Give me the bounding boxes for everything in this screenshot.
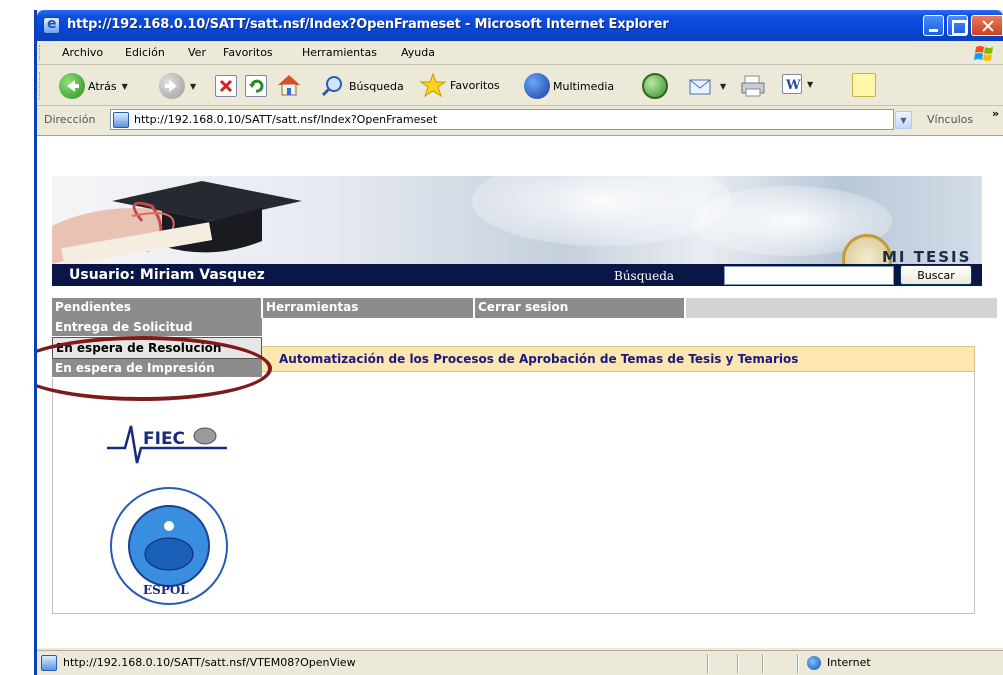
back-arrow-icon xyxy=(59,73,85,99)
messenger-button[interactable] xyxy=(852,73,876,97)
internet-globe-icon xyxy=(807,656,821,670)
stop-button[interactable] xyxy=(215,75,237,97)
maximize-button[interactable] xyxy=(947,15,968,36)
site-search-input[interactable] xyxy=(724,266,894,285)
menu-ver[interactable]: Ver xyxy=(188,46,206,59)
refresh-icon xyxy=(245,75,267,97)
word-icon: W xyxy=(782,74,802,94)
forward-button[interactable]: ▼ xyxy=(159,73,196,99)
printer-icon xyxy=(741,75,765,97)
pendientes-dropdown: Entrega de Solicitud En espera de Resolu… xyxy=(52,318,262,378)
chevron-down-icon[interactable]: ▼ xyxy=(122,82,128,91)
mi-tesis-logo-text: MI TESIS xyxy=(882,248,972,264)
home-button[interactable] xyxy=(275,72,303,98)
menu-ayuda[interactable]: Ayuda xyxy=(401,46,435,59)
security-zone-label: Internet xyxy=(827,656,871,669)
close-button[interactable] xyxy=(971,15,1003,36)
menu-favoritos[interactable]: Favoritos xyxy=(223,46,273,59)
note-icon xyxy=(852,73,876,97)
window-title: http://192.168.0.10/SATT/satt.nsf/Index?… xyxy=(67,17,669,32)
back-label: Atrás xyxy=(88,79,117,93)
history-button[interactable] xyxy=(642,73,668,99)
address-bar: Dirección http://192.168.0.10/SATT/satt.… xyxy=(37,107,1003,133)
status-text: http://192.168.0.10/SATT/satt.nsf/VTEM08… xyxy=(63,656,356,669)
history-icon xyxy=(642,73,668,99)
menu-grip[interactable] xyxy=(39,45,42,61)
user-name-label: Usuario: Miriam Vasquez xyxy=(69,267,265,283)
address-label: Dirección xyxy=(44,113,96,126)
chevron-down-icon[interactable]: ▼ xyxy=(807,80,813,89)
back-button[interactable]: Atrás ▼ xyxy=(59,73,128,99)
menu-edicion[interactable]: Edición xyxy=(125,46,165,59)
user-bar: Usuario: Miriam Vasquez Búsqueda Buscar xyxy=(52,264,982,286)
page-content: MI TESIS Usuario: Miriam Vasquez Búsqued… xyxy=(37,135,1003,648)
address-url: http://192.168.0.10/SATT/satt.nsf/Index?… xyxy=(134,113,438,126)
home-icon xyxy=(278,75,300,96)
media-button[interactable]: Multimedia xyxy=(524,73,614,99)
espol-seal-icon: ESPOL xyxy=(110,487,228,605)
media-label: Multimedia xyxy=(553,79,615,93)
edit-button[interactable]: W ▼ xyxy=(782,74,813,94)
favorites-label: Favoritos xyxy=(450,78,500,92)
star-icon xyxy=(419,72,447,98)
stop-icon xyxy=(215,75,237,97)
mail-button[interactable]: ▼ xyxy=(687,73,726,99)
minimize-button[interactable] xyxy=(923,15,944,36)
nav-tab-herramientas[interactable]: Herramientas xyxy=(263,298,475,318)
mail-icon xyxy=(689,79,711,95)
links-chevron-icon[interactable]: » xyxy=(992,107,999,120)
address-input[interactable]: http://192.168.0.10/SATT/satt.nsf/Index?… xyxy=(110,109,894,130)
forward-arrow-icon xyxy=(159,73,185,99)
windows-logo-icon xyxy=(974,46,993,61)
refresh-button[interactable] xyxy=(245,75,267,97)
search-link[interactable]: Búsqueda xyxy=(614,269,674,283)
toolbar-grip[interactable] xyxy=(39,72,42,100)
address-dropdown-button[interactable]: ▼ xyxy=(895,111,912,129)
page-icon xyxy=(113,112,129,128)
favorites-button[interactable]: Favoritos xyxy=(419,72,500,98)
svg-text:W: W xyxy=(785,78,801,93)
menu-item-entrega-solicitud[interactable]: Entrega de Solicitud xyxy=(52,318,262,337)
chevron-down-icon[interactable]: ▼ xyxy=(720,82,726,91)
search-icon xyxy=(321,76,342,97)
print-button[interactable] xyxy=(739,73,767,99)
search-label: Búsqueda xyxy=(349,79,404,93)
menu-item-espera-resolucion[interactable]: En espera de Resolución xyxy=(52,337,262,359)
menu-bar: Archivo Edición Ver Favoritos Herramient… xyxy=(37,41,1003,65)
ie-icon xyxy=(43,16,60,34)
page-status-icon xyxy=(41,655,57,671)
title-bar[interactable]: http://192.168.0.10/SATT/satt.nsf/Index?… xyxy=(37,10,1003,41)
menu-item-espera-impresion[interactable]: En espera de Impresión xyxy=(52,359,262,378)
nav-tab-cerrar-sesion[interactable]: Cerrar sesion xyxy=(475,298,686,318)
panel-title: Automatización de los Procesos de Aproba… xyxy=(279,352,799,366)
media-globe-icon xyxy=(524,73,550,99)
browser-window: http://192.168.0.10/SATT/satt.nsf/Index?… xyxy=(34,10,1003,675)
status-bar: http://192.168.0.10/SATT/satt.nsf/VTEM08… xyxy=(37,650,1003,675)
chevron-down-icon[interactable]: ▼ xyxy=(190,82,196,91)
fiec-text: FIEC xyxy=(143,429,185,449)
links-label[interactable]: Vínculos xyxy=(927,113,973,126)
mi-tesis-banner: MI TESIS xyxy=(52,176,982,264)
search-button[interactable]: Búsqueda xyxy=(320,73,404,99)
fiec-logo-icon: FIEC xyxy=(107,425,227,464)
espol-text: ESPOL xyxy=(143,583,189,597)
nav-tab-pendientes[interactable]: Pendientes xyxy=(52,298,263,318)
menu-herramientas[interactable]: Herramientas xyxy=(302,46,377,59)
graduation-cap-icon xyxy=(52,181,302,264)
search-submit-button[interactable]: Buscar xyxy=(900,265,972,285)
standard-toolbar: Atrás ▼ ▼ Búsqueda Favoritos Multimedia … xyxy=(37,66,1003,106)
main-nav: Pendientes Herramientas Cerrar sesion xyxy=(52,298,997,318)
menu-archivo[interactable]: Archivo xyxy=(62,46,103,59)
